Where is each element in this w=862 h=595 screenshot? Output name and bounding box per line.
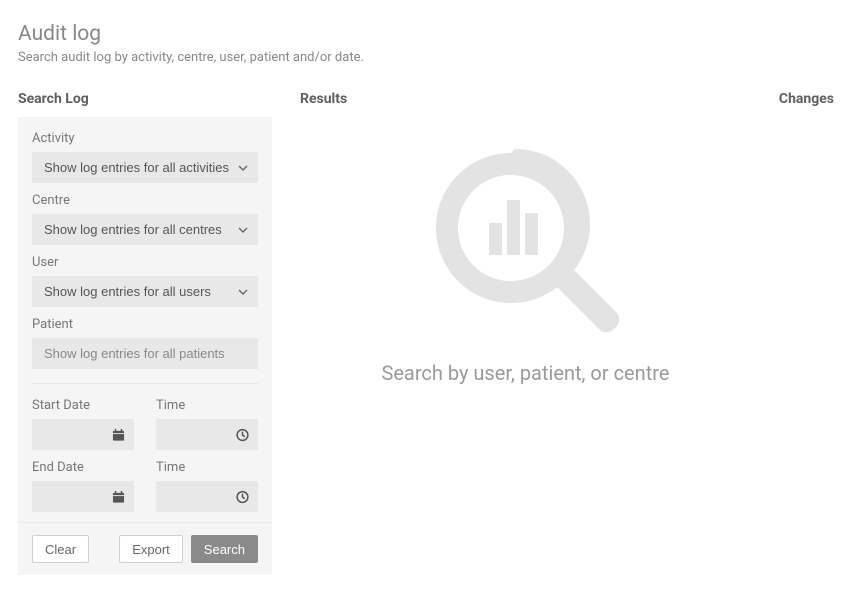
search-chart-icon — [425, 135, 625, 339]
start-time-label: Time — [156, 398, 258, 413]
clear-button[interactable]: Clear — [32, 535, 89, 563]
results-heading: Results — [300, 91, 751, 107]
export-button[interactable]: Export — [119, 535, 183, 563]
end-time-input[interactable] — [156, 481, 258, 512]
end-date-label: End Date — [32, 460, 134, 475]
search-button[interactable]: Search — [191, 535, 258, 563]
page-subtitle: Search audit log by activity, centre, us… — [18, 50, 834, 65]
activity-select[interactable]: Show log entries for all activities — [32, 152, 258, 183]
start-date-label: Start Date — [32, 398, 134, 413]
centre-label: Centre — [32, 193, 258, 208]
centre-select[interactable]: Show log entries for all centres — [32, 214, 258, 245]
search-log-panel: Search Log Activity Show log entries for… — [18, 91, 272, 575]
changes-panel: Changes — [779, 91, 834, 117]
start-date-input[interactable] — [32, 419, 134, 450]
search-log-heading: Search Log — [18, 91, 272, 107]
page-title: Audit log — [18, 22, 834, 46]
user-select[interactable]: Show log entries for all users — [32, 276, 258, 307]
end-time-label: Time — [156, 460, 258, 475]
results-empty-message: Search by user, patient, or centre — [381, 361, 669, 385]
changes-heading: Changes — [779, 91, 834, 107]
end-date-input[interactable] — [32, 481, 134, 512]
user-label: User — [32, 255, 258, 270]
results-panel: Results Search by user, patient, or cent… — [300, 91, 751, 385]
start-time-input[interactable] — [156, 419, 258, 450]
activity-label: Activity — [32, 131, 258, 146]
divider — [32, 383, 258, 384]
patient-input[interactable] — [32, 338, 258, 369]
patient-label: Patient — [32, 317, 258, 332]
